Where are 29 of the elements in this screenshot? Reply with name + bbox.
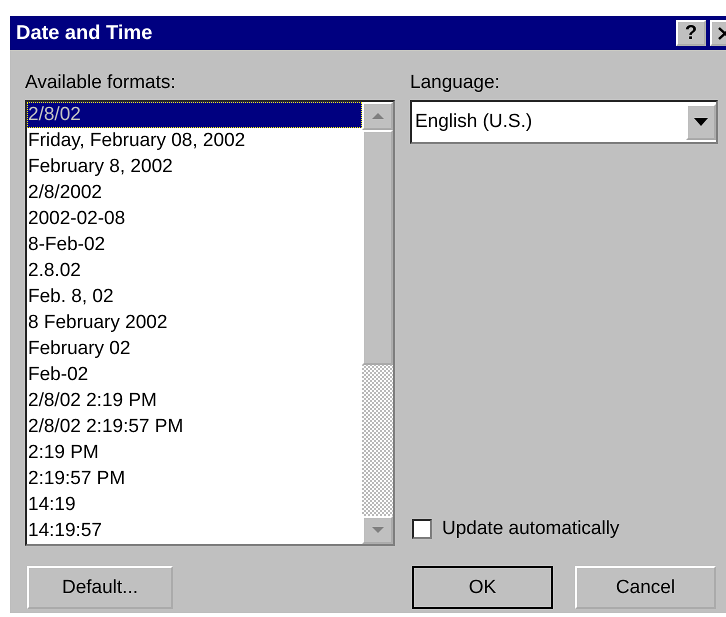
format-item[interactable]: Feb-02	[27, 362, 362, 388]
update-checkbox[interactable]	[412, 519, 432, 539]
help-button[interactable]: ?	[676, 20, 706, 46]
format-item[interactable]: Feb. 8, 02	[27, 284, 362, 310]
format-item[interactable]: 8 February 2002	[27, 310, 362, 336]
update-checkbox-label[interactable]: Update automatically	[442, 518, 620, 540]
formats-label: Available formats:	[25, 71, 177, 95]
format-item[interactable]: 2:19:57 PM	[27, 466, 362, 492]
dialog-button[interactable]: Cancel	[575, 566, 716, 609]
format-item[interactable]: 14:19	[27, 492, 362, 518]
format-item[interactable]: 14:19:57	[27, 518, 362, 544]
format-item[interactable]: 2/8/02 2:19 PM	[27, 388, 362, 414]
format-item[interactable]: 8-Feb-02	[27, 232, 362, 258]
format-item[interactable]: 2002-02-08	[27, 206, 362, 232]
format-item[interactable]: 2/8/02 2:19:57 PM	[27, 414, 362, 440]
language-dropdown[interactable]: English (U.S.)	[410, 100, 718, 144]
format-item[interactable]: 2/8/2002	[27, 180, 362, 206]
format-item[interactable]: 2.8.02	[27, 258, 362, 284]
format-item[interactable]: 2/8/02	[27, 102, 362, 128]
formats-list[interactable]: 2/8/02 Friday, February 08, 2002 February 8, 2002 2/8/2002 2002-02-08 8-Feb-02 2.8.02 Feb. 8, 02 8 February 2002 February 02 Feb-02 2/8/02 2:19 PM 2/8/02 2:19:57 PM 2:19 PM 2:19:57 PM 14:19 14:19:57	[25, 100, 395, 546]
format-item[interactable]: February 02	[27, 336, 362, 362]
language-label: Language:	[410, 71, 501, 95]
format-item[interactable]: Friday, February 08, 2002	[27, 128, 362, 154]
format-item[interactable]: 2:19 PM	[27, 440, 362, 466]
dialog-button[interactable]: Default...	[27, 566, 173, 609]
scroll-bar[interactable]	[362, 102, 393, 544]
format-item[interactable]: February 8, 2002	[27, 154, 362, 180]
dialog-button[interactable]: OK	[412, 566, 553, 609]
window-title: Date and Time	[16, 22, 152, 44]
